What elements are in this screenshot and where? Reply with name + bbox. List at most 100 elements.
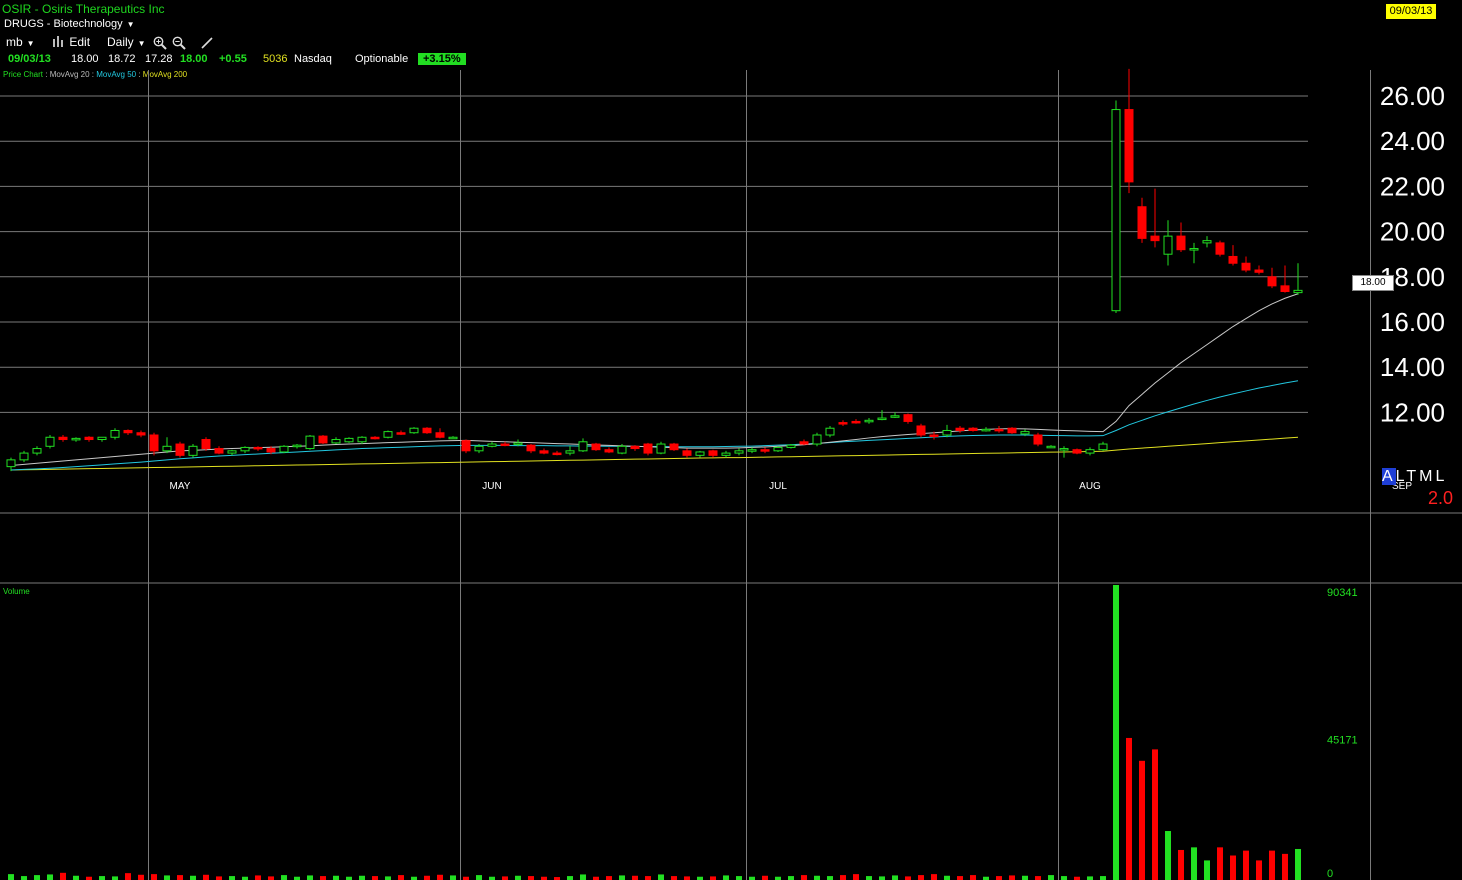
altml-letter[interactable]: L — [1436, 468, 1448, 485]
candle-down — [968, 427, 978, 431]
volume-bar — [866, 876, 872, 880]
month-tick-label: JUN — [482, 481, 501, 492]
candle-up — [617, 445, 627, 454]
candle-down — [123, 429, 133, 434]
candle-down — [175, 443, 185, 456]
candle-up — [734, 450, 744, 454]
volume-bar — [580, 874, 586, 880]
candle-down — [760, 449, 770, 452]
price-tick-label: 12.00 — [1380, 397, 1445, 427]
volume-bar — [1217, 847, 1223, 880]
candle-down — [500, 443, 510, 447]
candle-down — [1241, 262, 1251, 271]
volume-bar — [164, 875, 170, 880]
volume-bar — [1178, 849, 1184, 880]
candle-up — [1046, 445, 1056, 449]
candle-up — [1189, 248, 1199, 251]
candle-up — [474, 445, 484, 452]
volume-bar — [671, 876, 677, 880]
month-tick-label: AUG — [1079, 481, 1101, 492]
volume-bar — [944, 875, 950, 880]
candle-down — [591, 443, 601, 451]
volume-bar — [99, 876, 105, 880]
candle-down — [318, 435, 328, 444]
volume-bar — [151, 874, 157, 880]
volume-bar — [957, 876, 963, 880]
altml-letter[interactable]: L — [1396, 468, 1407, 485]
candle-down — [149, 434, 159, 452]
candle-down — [669, 443, 679, 451]
volume-bar — [112, 876, 118, 880]
candle-up — [1111, 109, 1121, 312]
volume-bar — [905, 876, 911, 880]
candle-up — [721, 452, 731, 456]
candle-down — [799, 441, 809, 445]
candle-up — [409, 427, 419, 434]
candle-up — [1085, 449, 1095, 454]
month-tick-label: JUL — [769, 481, 787, 492]
volume-bar — [619, 875, 625, 880]
candle-up — [383, 431, 393, 438]
candle-up — [19, 452, 29, 461]
price-tick-label: 26.00 — [1380, 81, 1445, 111]
chart-canvas[interactable]: 12.00 14.00 16.00 18.00 20.00 22.00 26.00 24.00… — [0, 0, 1462, 880]
volume-bar — [125, 873, 131, 880]
candle-up — [344, 437, 354, 443]
candle-up — [890, 415, 900, 418]
volume-bar — [47, 874, 53, 880]
volume-bar — [398, 875, 404, 880]
price-tick-label: 16.00 — [1380, 307, 1445, 337]
candle-down — [370, 436, 380, 440]
candle-down — [552, 452, 562, 456]
candle-down — [1072, 449, 1082, 454]
candle-up — [1293, 289, 1303, 294]
candle-down — [903, 414, 913, 422]
volume-bar — [476, 875, 482, 880]
candle-up — [656, 443, 666, 454]
volume-tick-label: 0 — [1327, 868, 1333, 880]
volume-bar — [255, 875, 261, 880]
candle-down — [435, 432, 445, 438]
volume-bar — [606, 876, 612, 880]
candle-up — [448, 436, 458, 440]
volume-bar — [216, 876, 222, 880]
volume-panel-label: Volume — [3, 587, 30, 596]
volume-bar — [1139, 760, 1145, 880]
altml-selector[interactable]: ALTML — [1382, 468, 1447, 486]
volume-bar — [710, 876, 716, 880]
last-price-tag: 18.00 — [1352, 275, 1394, 291]
volume-bar — [1191, 847, 1197, 880]
altml-letter[interactable]: T — [1406, 468, 1419, 485]
volume-bar — [567, 876, 573, 880]
altml-letter[interactable]: M — [1419, 468, 1435, 485]
volume-bar — [645, 876, 651, 880]
candle-up — [1020, 431, 1030, 435]
price-tick-label: 14.00 — [1380, 352, 1445, 382]
candle-down — [201, 439, 211, 450]
altml-letter[interactable]: A — [1382, 468, 1396, 485]
volume-bar — [879, 876, 885, 880]
volume-bar — [1165, 831, 1171, 880]
candle-down — [1267, 276, 1277, 287]
price-tick-label: 22.00 — [1380, 171, 1445, 201]
candle-up — [1098, 443, 1108, 451]
axis-labels: 12.00 14.00 16.00 18.00 20.00 22.00 26.00 24.00… — [170, 81, 1445, 880]
candle-up — [578, 441, 588, 452]
candle-up — [812, 434, 822, 445]
volume-bar — [437, 874, 443, 880]
volume-bar — [1022, 875, 1028, 880]
volume-bar — [502, 876, 508, 880]
candle-down — [851, 420, 861, 424]
candle-down — [682, 450, 692, 456]
candle-up — [357, 436, 367, 443]
candle-down — [1033, 434, 1043, 445]
price-candles — [6, 68, 1303, 472]
volume-bar — [385, 876, 391, 880]
candle-down — [253, 446, 263, 450]
candle-up — [1202, 240, 1212, 244]
volume-bar — [1035, 876, 1041, 880]
candle-up — [695, 451, 705, 456]
altml-value: 2.0 — [1428, 488, 1454, 508]
candle-down — [1280, 285, 1290, 292]
candle-up — [786, 444, 796, 448]
